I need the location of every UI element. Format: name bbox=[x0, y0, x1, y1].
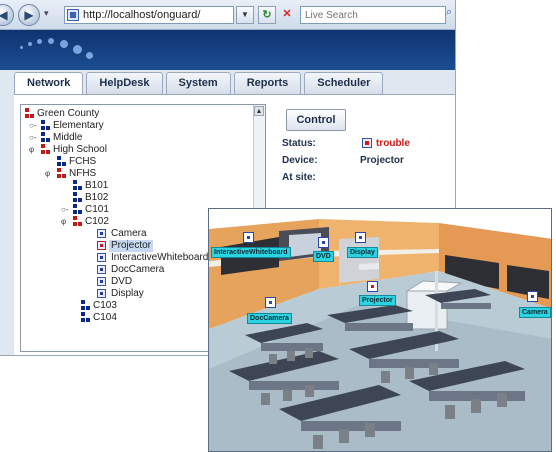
collapsed-icon[interactable]: ○- bbox=[29, 132, 37, 144]
group-icon bbox=[73, 180, 83, 191]
address-toolbar: ◀ ▶ ▾ ▼ ↻ ✕ ⌕ bbox=[0, 0, 455, 30]
collapsed-icon[interactable]: ○- bbox=[29, 120, 37, 132]
device-icon bbox=[97, 277, 106, 286]
classroom-3d-view: InteractiveWhiteboard DVD Display Projec… bbox=[208, 208, 552, 452]
forward-button[interactable]: ▶ bbox=[18, 4, 40, 26]
tree-item-label: C102 bbox=[85, 216, 109, 227]
expanded-icon[interactable]: φ bbox=[61, 216, 66, 228]
tree-item-label: B102 bbox=[85, 192, 109, 203]
tree-item-label: High School bbox=[53, 144, 107, 155]
back-button[interactable]: ◀ bbox=[0, 4, 14, 26]
tree-item-label: Projector bbox=[109, 240, 154, 252]
doccamera-device-icon[interactable] bbox=[265, 297, 276, 308]
room-label-whiteboard[interactable]: InteractiveWhiteboard bbox=[211, 247, 291, 258]
tree-item-label: C103 bbox=[93, 300, 117, 311]
room-label-camera[interactable]: Camera bbox=[519, 307, 551, 318]
group-icon bbox=[25, 108, 35, 119]
screenshot-stage: ◀ ▶ ▾ ▼ ↻ ✕ ⌕ Network HelpDesk bbox=[0, 0, 556, 452]
room-label-dvd[interactable]: DVD bbox=[313, 251, 334, 262]
expanded-icon[interactable]: φ bbox=[29, 144, 34, 156]
tree-item-label: Elementary bbox=[53, 120, 104, 131]
tab-system[interactable]: System bbox=[165, 72, 231, 94]
device-icon bbox=[97, 253, 106, 262]
tree-item-label: C101 bbox=[85, 204, 109, 215]
stop-icon[interactable]: ✕ bbox=[278, 6, 296, 24]
page-icon bbox=[67, 9, 79, 21]
room-label-doccamera[interactable]: DocCamera bbox=[247, 313, 292, 324]
tab-scheduler[interactable]: Scheduler bbox=[304, 72, 384, 94]
tab-reports[interactable]: Reports bbox=[233, 72, 302, 94]
scroll-up-icon[interactable]: ▲ bbox=[254, 106, 264, 116]
group-icon bbox=[73, 216, 83, 227]
site-label: At site: bbox=[282, 172, 316, 183]
display-device-icon[interactable] bbox=[355, 232, 366, 243]
tree-item-label: Camera bbox=[111, 228, 147, 239]
group-icon bbox=[41, 132, 51, 143]
url-input[interactable] bbox=[64, 6, 234, 24]
group-icon bbox=[73, 192, 83, 203]
tab-network[interactable]: Network bbox=[14, 72, 84, 94]
group-icon bbox=[57, 156, 67, 167]
group-icon bbox=[81, 300, 91, 311]
tree-item-label: DocCamera bbox=[111, 264, 165, 275]
group-icon bbox=[73, 204, 83, 215]
trouble-icon bbox=[362, 138, 372, 148]
device-icon bbox=[97, 265, 106, 274]
device-alert-icon bbox=[97, 241, 106, 250]
tree-item-label: B101 bbox=[85, 180, 109, 191]
tree-item-label: Middle bbox=[53, 132, 83, 143]
app-header bbox=[0, 30, 455, 70]
search-icon[interactable]: ⌕ bbox=[446, 6, 455, 24]
tree-item-label: C104 bbox=[93, 312, 117, 323]
projector-alert-icon[interactable] bbox=[367, 281, 378, 292]
expanded-icon[interactable]: φ bbox=[45, 168, 50, 180]
camera-device-icon[interactable] bbox=[527, 291, 538, 302]
status-label: Status: bbox=[282, 138, 316, 149]
history-dropdown-icon[interactable]: ▾ bbox=[44, 8, 49, 19]
dvd-device-icon[interactable] bbox=[318, 237, 329, 248]
group-icon bbox=[57, 168, 67, 179]
search-input[interactable] bbox=[300, 6, 446, 24]
control-button[interactable]: Control bbox=[286, 109, 346, 131]
collapsed-icon[interactable]: ○- bbox=[61, 204, 69, 216]
group-icon bbox=[41, 144, 51, 155]
classroom-scene bbox=[209, 209, 551, 451]
device-label: Device: bbox=[282, 155, 318, 166]
room-label-display[interactable]: Display bbox=[347, 247, 378, 258]
room-label-projector[interactable]: Projector bbox=[359, 295, 396, 306]
tab-helpdesk[interactable]: HelpDesk bbox=[86, 72, 163, 94]
tree-item-label: InteractiveWhiteboard bbox=[111, 252, 209, 263]
tree-item-label: NFHS bbox=[69, 168, 97, 179]
status-value: trouble bbox=[376, 138, 410, 149]
group-icon bbox=[81, 312, 91, 323]
refresh-icon[interactable]: ↻ bbox=[258, 6, 276, 24]
device-icon bbox=[97, 289, 106, 298]
tree-item-label: FCHS bbox=[69, 156, 97, 167]
whiteboard-device-icon[interactable] bbox=[243, 232, 254, 243]
tree-item-label: Green County bbox=[37, 108, 100, 119]
tab-bar: Network HelpDesk System Reports Schedule… bbox=[14, 72, 386, 94]
group-icon bbox=[41, 120, 51, 131]
device-value: Projector bbox=[360, 155, 404, 166]
tree-item-label: Display bbox=[111, 288, 144, 299]
device-icon bbox=[97, 229, 106, 238]
tree-item-label: DVD bbox=[111, 276, 133, 287]
url-dropdown-icon[interactable]: ▼ bbox=[236, 6, 254, 24]
